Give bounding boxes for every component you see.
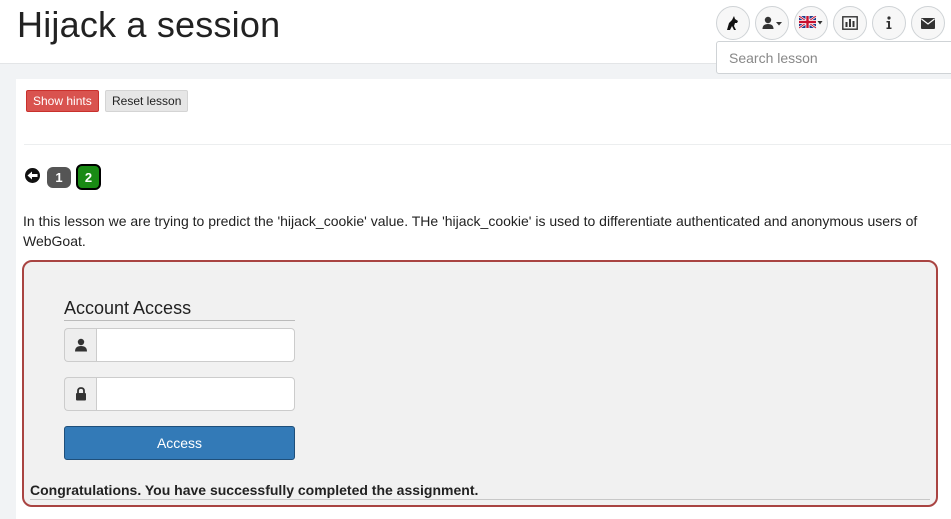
lesson-description: In this lesson we are trying to predict … [23,213,918,249]
user-icon [74,338,87,352]
user-menu-button[interactable] [755,6,789,40]
username-field[interactable] [96,328,295,362]
page-title: Hijack a session [17,4,281,45]
assignment-feedback: Congratulations. You have successfully c… [30,482,479,498]
webgoat-logo-button[interactable] [716,6,750,40]
language-flag-icon [799,16,823,29]
password-field[interactable] [96,377,295,411]
username-input-group [64,328,295,362]
password-addon [64,377,96,411]
search-input[interactable] [716,41,951,74]
page-link-2-current[interactable]: 2 [76,164,101,190]
divider [24,144,951,145]
contact-button[interactable] [911,6,945,40]
language-menu-button[interactable] [794,6,828,40]
lock-icon [75,387,86,401]
about-button[interactable] [872,6,906,40]
reset-lesson-button[interactable]: Reset lesson [105,90,189,112]
webgoat-logo-icon [727,16,738,30]
form-legend: Account Access [64,298,295,321]
info-icon [886,16,892,29]
user-icon [762,16,782,29]
password-input-group [64,377,295,411]
access-button[interactable]: Access [64,426,295,460]
envelope-icon [921,17,935,29]
feedback-divider [30,499,930,500]
previous-page-button[interactable] [25,168,40,183]
report-card-button[interactable] [833,6,867,40]
page-link-1[interactable]: 1 [47,167,71,188]
username-addon [64,328,96,362]
show-hints-button[interactable]: Show hints [26,90,99,112]
arrow-left-icon [27,171,38,180]
report-card-icon [842,16,858,30]
